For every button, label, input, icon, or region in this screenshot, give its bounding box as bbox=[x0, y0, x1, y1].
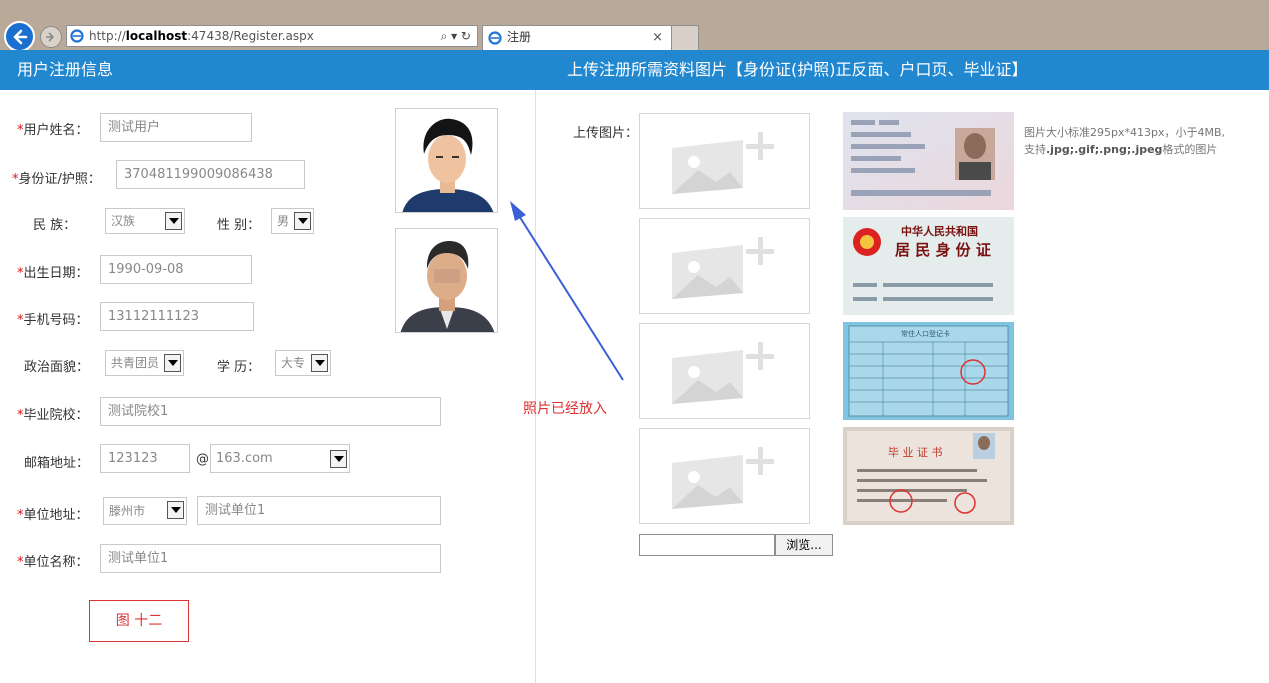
svg-text:中华人民共和国: 中华人民共和国 bbox=[901, 224, 978, 238]
name-label: *用户姓名： bbox=[17, 123, 89, 138]
svg-text:毕 业 证 书: 毕 业 证 书 bbox=[888, 446, 943, 459]
diploma-thumbnail[interactable]: 毕 业 证 书 bbox=[843, 427, 1014, 525]
ie-tab-icon bbox=[488, 30, 502, 52]
gender-label: 性 别： bbox=[217, 218, 261, 233]
image-placeholder-icon bbox=[672, 132, 774, 194]
id-input[interactable]: 370481199009086438 bbox=[116, 160, 305, 189]
email-at-sign: @ bbox=[196, 452, 209, 467]
chevron-down-icon bbox=[164, 354, 181, 372]
chevron-down-icon bbox=[311, 354, 328, 372]
upload-section-title: 上传注册所需资料图片【身份证(护照)正反面、户口页、毕业证】 bbox=[567, 60, 1028, 79]
email-domain-value: 163.com bbox=[216, 451, 273, 466]
name-input[interactable]: 测试用户 bbox=[100, 113, 252, 142]
id-card-front-thumbnail[interactable] bbox=[843, 112, 1014, 210]
phone-input[interactable]: 13112111123 bbox=[100, 302, 254, 331]
school-label: *毕业院校： bbox=[17, 408, 89, 423]
tab-register[interactable]: 注册 × bbox=[482, 25, 672, 50]
city-select[interactable]: 滕州市 bbox=[103, 497, 187, 525]
annotation-arrow-icon bbox=[510, 201, 624, 381]
id-photo-older-man bbox=[395, 228, 498, 333]
upload-hint-line2: 支持.jpg;.gif;.png;.jpeg格式的图片 bbox=[1024, 143, 1218, 156]
chevron-down-icon bbox=[167, 501, 184, 519]
id-card-back-thumbnail[interactable]: 中华人民共和国 居 民 身 份 证 bbox=[843, 217, 1014, 315]
unit-name-input[interactable]: 测试单位1 bbox=[100, 544, 441, 573]
birth-label: *出生日期： bbox=[17, 266, 89, 281]
image-placeholder-icon bbox=[672, 342, 774, 404]
ethnic-label: 民 族： bbox=[33, 218, 77, 233]
education-label: 学 历： bbox=[217, 360, 261, 375]
id-label: *身份证/护照： bbox=[12, 172, 101, 187]
register-info-title: 用户注册信息 bbox=[17, 60, 114, 79]
section-header: 用户注册信息 上传注册所需资料图片【身份证(护照)正反面、户口页、毕业证】 bbox=[0, 50, 1269, 90]
upload-label: 上传图片： bbox=[573, 126, 639, 141]
email-label: 邮箱地址： bbox=[24, 456, 90, 471]
close-icon[interactable]: × bbox=[652, 27, 663, 49]
tab-title: 注册 bbox=[507, 30, 532, 44]
phone-label: *手机号码： bbox=[17, 313, 89, 328]
svg-text:常住人口登记卡: 常住人口登记卡 bbox=[901, 329, 950, 338]
address-tools[interactable]: ⌕ ▾ ↻ bbox=[441, 26, 471, 46]
image-placeholder-icon bbox=[672, 237, 774, 299]
file-path-input[interactable] bbox=[639, 534, 775, 556]
unit-address-input[interactable]: 测试单位1 bbox=[197, 496, 441, 525]
back-arrow-icon[interactable] bbox=[4, 21, 35, 52]
ethnic-select[interactable]: 汉族 bbox=[105, 208, 185, 234]
unit-address-label: *单位地址： bbox=[17, 508, 89, 523]
photo-placed-note: 照片已经放入 bbox=[523, 401, 607, 417]
upload-slot-1[interactable] bbox=[639, 113, 810, 209]
household-register-thumbnail[interactable]: 常住人口登记卡 bbox=[843, 322, 1014, 420]
gender-select[interactable]: 男 bbox=[271, 208, 314, 234]
upload-hint: 图片大小标准295px*413px，小于4MB, 支持.jpg;.gif;.pn… bbox=[1024, 124, 1264, 158]
education-select[interactable]: 大专 bbox=[275, 350, 331, 376]
svg-text:居 民 身 份 证: 居 民 身 份 证 bbox=[895, 241, 991, 259]
upload-slot-3[interactable] bbox=[639, 323, 810, 419]
image-placeholder-icon bbox=[672, 447, 774, 509]
column-divider bbox=[535, 90, 536, 683]
email-domain-select[interactable]: 163.com bbox=[210, 444, 350, 473]
unit-name-label: *单位名称： bbox=[17, 555, 89, 570]
upload-hint-line1: 图片大小标准295px*413px，小于4MB, bbox=[1024, 126, 1226, 139]
upload-slot-2[interactable] bbox=[639, 218, 810, 314]
browse-button[interactable]: 浏览... bbox=[775, 534, 833, 556]
politics-select[interactable]: 共青团员 bbox=[105, 350, 184, 376]
ethnic-value: 汉族 bbox=[111, 214, 136, 228]
politics-value: 共青团员 bbox=[111, 356, 160, 370]
chevron-down-icon bbox=[165, 212, 182, 230]
new-tab-button[interactable] bbox=[672, 25, 699, 50]
chevron-down-icon bbox=[330, 450, 347, 468]
upload-slot-4[interactable] bbox=[639, 428, 810, 524]
education-value: 大专 bbox=[281, 356, 306, 370]
browser-chrome: http://localhost:47438/Register.aspx ⌕ ▾… bbox=[0, 0, 1269, 52]
birth-input[interactable]: 1990-09-08 bbox=[100, 255, 252, 284]
politics-label: 政治面貌： bbox=[24, 360, 90, 375]
id-photo-young-man bbox=[395, 108, 498, 213]
ie-page-icon bbox=[70, 29, 84, 49]
forward-arrow-icon[interactable] bbox=[40, 26, 62, 48]
chevron-down-icon bbox=[294, 212, 311, 230]
school-input[interactable]: 测试院校1 bbox=[100, 397, 441, 426]
url-text: http://localhost:47438/Register.aspx bbox=[89, 29, 314, 43]
address-bar[interactable]: http://localhost:47438/Register.aspx ⌕ ▾… bbox=[66, 25, 478, 47]
gender-value: 男 bbox=[277, 214, 290, 228]
figure-twelve-button[interactable]: 图 十二 bbox=[89, 600, 189, 642]
city-value: 滕州市 bbox=[109, 504, 146, 518]
email-user-input[interactable]: 123123 bbox=[100, 444, 190, 473]
